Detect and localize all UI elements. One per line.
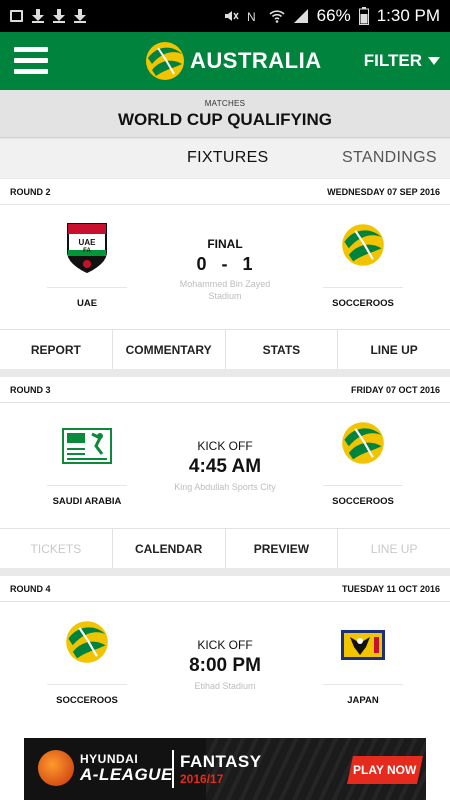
home-score: 0	[196, 254, 208, 274]
match-venue: Etihad Stadium	[194, 681, 256, 691]
match-center: FINAL 0 - 1 Mohammed Bin Zayed Stadium	[150, 237, 300, 302]
image-notification-icon	[10, 10, 23, 22]
filter-label: FILTER	[363, 51, 422, 70]
match-round: ROUND 2	[10, 186, 51, 197]
download-icon	[74, 9, 86, 23]
battery-percent: 66%	[316, 6, 351, 25]
match-score: 0 - 1	[150, 254, 300, 275]
away-team[interactable]: SOCCEROOS	[298, 206, 428, 316]
home-team-name: SOCCEROOS	[56, 695, 118, 706]
commentary-button[interactable]: COMMENTARY	[113, 330, 226, 369]
away-team-name: JAPAN	[347, 695, 379, 706]
away-team-name: SOCCEROOS	[332, 298, 394, 309]
ad-season: 2016/17	[180, 772, 224, 786]
ad-league: A-LEAGUE	[80, 765, 173, 784]
match-venue: Mohammed Bin Zayed Stadium	[179, 279, 271, 301]
calendar-button[interactable]: CALENDAR	[113, 529, 226, 568]
ad-brand: HYUNDAI	[80, 752, 139, 766]
socceroos-logo	[342, 422, 384, 464]
aleague-ball-icon	[38, 750, 74, 786]
home-team-name: SAUDI ARABIA	[52, 496, 122, 507]
score-separator: -	[221, 254, 229, 274]
mute-icon	[224, 11, 239, 21]
clock: 1:30 PM	[376, 6, 440, 25]
match-status: KICK OFF	[197, 638, 253, 652]
tab-standings[interactable]: STANDINGS	[342, 149, 437, 167]
away-score: 1	[242, 254, 254, 274]
lineup-button[interactable]: LINE UP	[338, 330, 450, 369]
match-header: ROUND 4 TUESDAY 11 OCT 2016	[0, 576, 450, 602]
svg-text:UAE: UAE	[79, 238, 97, 247]
kickoff-time: 8:00 PM	[189, 655, 261, 676]
tickets-button[interactable]: TICKETS	[0, 529, 113, 568]
home-team[interactable]: UAE FA UAE	[22, 206, 152, 316]
match-round: ROUND 4	[10, 583, 51, 594]
status-bar: N 66% 1:30 PM	[0, 0, 450, 32]
tab-bar: FIXTURES STANDINGS	[0, 139, 450, 178]
signal-icon	[293, 9, 308, 23]
match-center: KICK OFF 8:00 PM Etihad Stadium	[150, 638, 300, 692]
app-bar: AUSTRALIA FILTER	[0, 32, 450, 90]
preview-button[interactable]: PREVIEW	[226, 529, 339, 568]
ad-banner[interactable]: HYUNDAI A-LEAGUE FANTASY 2016/17 PLAY NO…	[24, 738, 426, 800]
socceroos-logo	[146, 42, 184, 80]
match-date: TUESDAY 11 OCT 2016	[341, 583, 440, 594]
chevron-down-icon	[428, 57, 440, 65]
play-now-label: PLAY NOW	[353, 763, 417, 777]
socceroos-logo	[342, 224, 384, 266]
uae-fa-logo: UAE FA	[67, 223, 107, 274]
tab-fixtures[interactable]: FIXTURES	[187, 149, 269, 167]
match-header: ROUND 3 FRIDAY 07 OCT 2016	[0, 377, 450, 403]
match-status: FINAL	[207, 237, 243, 251]
match-card[interactable]: ROUND 3 FRIDAY 07 OCT 2016 SAUDI ARABIA …	[0, 377, 450, 568]
japan-fa-logo	[341, 630, 385, 660]
play-now-button[interactable]: PLAY NOW	[347, 756, 423, 784]
match-center: KICK OFF 4:45 AM King Abdullah Sports Ci…	[150, 439, 300, 493]
home-team[interactable]: SOCCEROOS	[22, 603, 152, 713]
battery-icon	[358, 7, 369, 25]
competition-title: WORLD CUP QUALIFYING	[117, 110, 333, 129]
match-status: KICK OFF	[197, 439, 253, 453]
match-date: FRIDAY 07 OCT 2016	[350, 384, 440, 395]
away-team[interactable]: SOCCEROOS	[298, 404, 428, 514]
download-icon	[53, 9, 65, 23]
app-title: AUSTRALIA	[190, 48, 322, 73]
report-button[interactable]: REPORT	[0, 330, 113, 369]
saudi-fa-logo	[62, 428, 112, 464]
download-icon	[32, 9, 44, 23]
match-actions: TICKETS CALENDAR PREVIEW LINE UP	[0, 528, 450, 568]
away-team-name: SOCCEROOS	[332, 496, 394, 507]
ad-product: FANTASY	[180, 752, 262, 771]
kickoff-time: 4:45 AM	[188, 456, 262, 477]
svg-text:FA: FA	[83, 248, 91, 254]
menu-icon[interactable]	[14, 47, 48, 75]
match-date: WEDNESDAY 07 SEP 2016	[327, 186, 440, 197]
home-team[interactable]: SAUDI ARABIA	[22, 404, 152, 514]
svg-text:N: N	[247, 10, 256, 24]
wifi-icon	[269, 10, 285, 23]
match-venue: King Abdullah Sports City	[174, 482, 276, 492]
competition-header: MATCHES WORLD CUP QUALIFYING	[0, 90, 450, 138]
filter-button[interactable]: FILTER	[364, 51, 440, 71]
brand: AUSTRALIA	[144, 40, 322, 82]
match-card[interactable]: ROUND 2 WEDNESDAY 07 SEP 2016 UAE FA UAE…	[0, 179, 450, 369]
stats-button[interactable]: STATS	[226, 330, 339, 369]
away-team[interactable]: JAPAN	[298, 603, 428, 713]
nfc-icon: N	[247, 10, 256, 24]
match-round: ROUND 3	[10, 384, 51, 395]
lineup-button[interactable]: LINE UP	[338, 529, 450, 568]
socceroos-logo	[66, 621, 108, 663]
match-header: ROUND 2 WEDNESDAY 07 SEP 2016	[0, 179, 450, 205]
competition-eyebrow: MATCHES	[204, 99, 246, 108]
home-team-name: UAE	[76, 298, 98, 309]
match-actions: REPORT COMMENTARY STATS LINE UP	[0, 329, 450, 369]
